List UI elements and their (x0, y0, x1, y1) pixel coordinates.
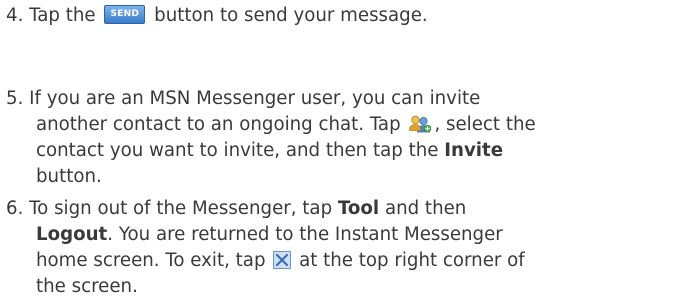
send-button-label: SEND (110, 9, 140, 19)
step-6-line-3-after: at the top right corner of (299, 250, 525, 271)
step-5-line-3-before: contact you want to invite, and then tap… (36, 140, 439, 161)
step-5-line-1: 5. If you are an MSN Messenger user, you… (6, 86, 536, 112)
step-6-line-3-before: home screen. To exit, tap (36, 250, 266, 271)
step-4-line-1: 4. Tap the SEND button to send your mess… (6, 3, 428, 29)
step-5-line-3: contact you want to invite, and then tap… (6, 138, 536, 164)
close-x-icon (273, 251, 292, 277)
step-6-line-3: home screen. To exit, tap at the top rig… (6, 248, 525, 274)
step-4-number: 4. (6, 5, 24, 26)
step-5-line-1-text: If you are an MSN Messenger user, you ca… (29, 88, 481, 109)
step-6-line-1-after: and then (384, 198, 467, 219)
step-6: 6. To sign out of the Messenger, tap Too… (6, 196, 525, 300)
step-5-line-2-before: another contact to an ongoing chat. Tap (36, 114, 401, 135)
invite-label: Invite (444, 140, 504, 161)
tool-label: Tool (337, 198, 380, 219)
step-6-line-1: 6. To sign out of the Messenger, tap Too… (6, 196, 525, 222)
step-6-line-1-before: To sign out of the Messenger, tap (29, 198, 333, 219)
step-5-number: 5. (6, 88, 24, 109)
step-5-line-4-text: button. (36, 166, 102, 187)
step-6-line-4-text: the screen. (36, 276, 138, 297)
step-4-text-after: button to send your message. (154, 5, 428, 26)
step-5-line-2: another contact to an ongoing chat. Tap … (6, 112, 536, 138)
step-5-line-4: button. (6, 164, 536, 190)
send-button-icon: SEND (104, 5, 146, 24)
logout-label: Logout (36, 224, 108, 245)
step-6-line-2-after: . You are returned to the Instant Messen… (107, 224, 503, 245)
step-5-line-2-after: , select the (434, 114, 536, 135)
step-5: 5. If you are an MSN Messenger user, you… (6, 86, 536, 190)
step-4: 4. Tap the SEND button to send your mess… (6, 3, 428, 29)
step-6-line-2: Logout. You are returned to the Instant … (6, 222, 525, 248)
step-4-text-before: Tap the (29, 5, 96, 26)
step-6-number: 6. (6, 198, 24, 219)
step-6-line-4: the screen. (6, 274, 525, 300)
